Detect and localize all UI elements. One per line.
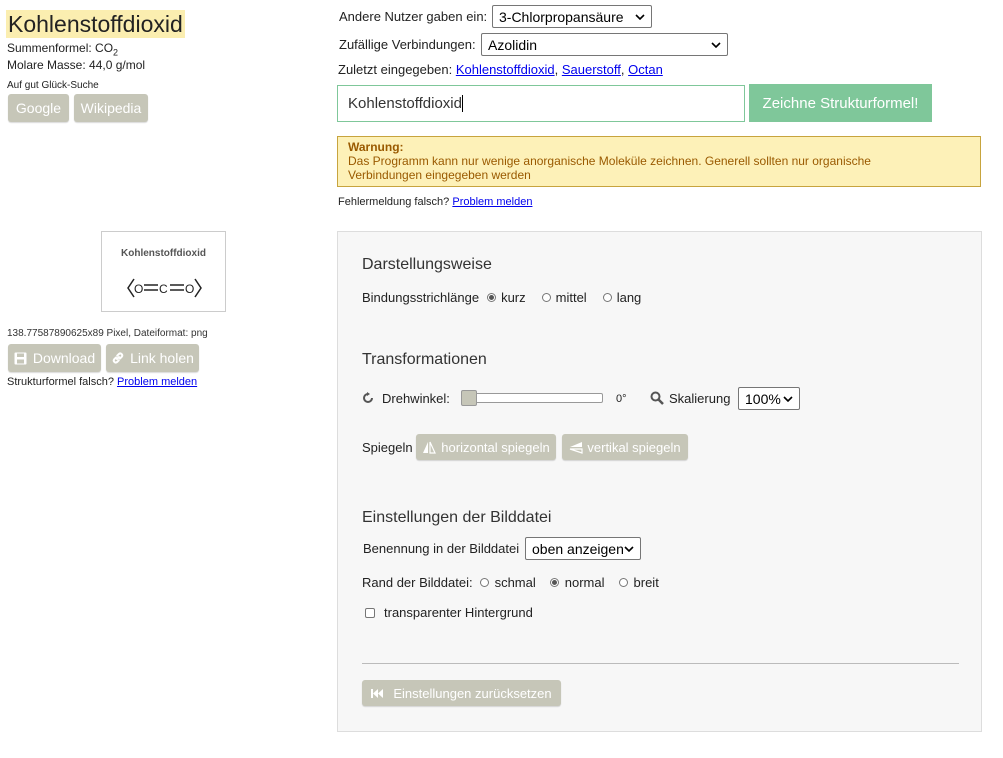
border-radio-wide[interactable] <box>618 578 628 587</box>
transparent-checkbox[interactable] <box>365 607 375 618</box>
structure-preview: Kohlenstoffdioxid O C O <box>101 231 226 312</box>
border-option-narrow: schmal <box>494 575 536 590</box>
chevron-down-icon <box>624 545 634 552</box>
reset-button-label: Einstellungen zurücksetzen <box>393 685 552 701</box>
bond-length-label: Bindungsstrichlänge <box>362 290 480 305</box>
mirror-label: Spiegeln <box>362 440 413 455</box>
warning-box: Warnung: Das Programm kann nur wenige an… <box>337 136 981 187</box>
google-button[interactable]: Google <box>8 94 69 122</box>
settings-panel: Darstellungsweise Bindungsstrichlänge ku… <box>337 231 982 732</box>
naming-select-value: oben anzeigen <box>532 540 624 557</box>
border-option-wide: breit <box>633 575 659 590</box>
molar-mass: Molare Masse: 44,0 g/mol <box>7 58 146 72</box>
download-label: Download <box>32 350 96 366</box>
recent-link-3[interactable]: Octan <box>628 62 663 77</box>
link-icon <box>112 352 124 364</box>
text-cursor <box>461 95 463 112</box>
rotation-value: 0° <box>616 393 627 405</box>
structure-report: Strukturformel falsch? Problem melden <box>7 376 197 388</box>
formula-subscript: 2 <box>113 47 119 58</box>
compound-name: Kohlenstoffdioxid <box>8 11 183 37</box>
divider <box>362 663 959 664</box>
random-select[interactable]: Azolidin <box>481 33 728 56</box>
border-radio-normal[interactable] <box>549 578 559 587</box>
molecule-drawing: O C O <box>127 278 202 298</box>
mirror-horizontal-button[interactable]: horizontal spiegeln <box>416 434 556 460</box>
draw-button-label: Zeichne Strukturformel! <box>762 94 919 112</box>
recent-link-1[interactable]: Kohlenstoffdioxid <box>456 62 555 77</box>
error-report: Fehlermeldung falsch? Problem melden <box>338 196 532 208</box>
preview-title: Kohlenstoffdioxid <box>121 248 206 259</box>
warning-text: Das Programm kann nur wenige anorganisch… <box>348 154 871 182</box>
recent-entries: Zuletzt eingegeben: Kohlenstoffdioxid, S… <box>338 62 663 77</box>
rotation-slider[interactable] <box>461 390 603 406</box>
bond-length-row: Bindungsstrichlänge kurz mittel lang <box>362 290 641 305</box>
border-label: Rand der Bilddatei: <box>362 575 473 590</box>
border-option-normal: normal <box>564 575 605 590</box>
atom-c: C <box>159 282 168 296</box>
formula-label: Summenformel: CO <box>7 41 114 55</box>
mirror-horizontal-label: horizontal spiegeln <box>441 439 550 455</box>
formula: Summenformel: CO2 <box>7 41 118 57</box>
random-label: Zufällige Verbindungen: <box>339 37 476 52</box>
atom-o-right: O <box>185 282 194 296</box>
border-radio-narrow[interactable] <box>479 578 489 587</box>
google-button-label: Google <box>15 100 62 116</box>
recent-label: Zuletzt eingegeben: <box>338 62 453 77</box>
mirror-vertical-icon <box>570 441 583 454</box>
rotation-label: Drehwinkel: <box>382 391 450 406</box>
bond-radio-medium[interactable] <box>541 293 551 302</box>
link-button[interactable]: Link holen <box>106 344 199 372</box>
save-icon <box>14 352 27 364</box>
mirror-vertical-button[interactable]: vertikal spiegeln <box>562 434 688 460</box>
naming-label: Benennung in der Bilddatei <box>363 541 520 556</box>
naming-select[interactable]: oben anzeigen <box>525 537 641 560</box>
chevron-down-icon <box>711 41 721 48</box>
chevron-down-icon <box>783 395 793 402</box>
others-select-value: 3-Chlorpropansäure <box>499 8 624 25</box>
mirror-vertical-label: vertikal spiegeln <box>587 439 681 455</box>
link-label: Link holen <box>130 350 194 366</box>
image-info: 138.77587890625x89 Pixel, Dateiformat: p… <box>7 328 208 339</box>
bond-radio-long[interactable] <box>602 293 612 302</box>
atom-o-left: O <box>134 282 143 296</box>
structure-report-link[interactable]: Problem melden <box>117 376 197 388</box>
compound-input[interactable]: Kohlenstoffdioxid <box>337 85 745 122</box>
transform-section-title: Transformationen <box>362 351 487 368</box>
image-section-title: Einstellungen der Bilddatei <box>362 509 552 526</box>
rotation-slider-handle[interactable] <box>461 390 477 406</box>
reset-button[interactable]: Einstellungen zurücksetzen <box>362 680 561 706</box>
draw-button[interactable]: Zeichne Strukturformel! <box>749 84 932 122</box>
scale-select-value: 100% <box>745 390 781 407</box>
structure-report-label: Strukturformel falsch? <box>7 376 114 388</box>
bond-radio-short[interactable] <box>487 293 497 302</box>
error-report-label: Fehlermeldung falsch? <box>338 196 450 208</box>
scale-select[interactable]: 100% <box>738 387 800 410</box>
rotate-icon <box>363 392 373 403</box>
wikipedia-button[interactable]: Wikipedia <box>74 94 148 122</box>
scale-label: Skalierung <box>669 391 731 406</box>
chevron-down-icon <box>635 13 645 20</box>
transparent-label: transparenter Hintergrund <box>384 605 533 620</box>
random-select-value: Azolidin <box>488 36 538 53</box>
bond-option-medium: mittel <box>555 290 587 305</box>
mirror-horizontal-icon <box>423 441 437 454</box>
wikipedia-button-label: Wikipedia <box>80 100 142 116</box>
recent-link-2[interactable]: Sauerstoff <box>562 62 621 77</box>
compound-input-value: Kohlenstoffdioxid <box>348 95 462 112</box>
compound-title: Kohlenstoffdioxid <box>6 10 185 38</box>
luck-search-label: Auf gut Glück-Suche <box>7 80 99 91</box>
border-row: Rand der Bilddatei: schmal normal breit <box>362 575 659 590</box>
transparent-row: transparenter Hintergrund <box>365 605 533 620</box>
rewind-icon <box>371 688 384 698</box>
magnifier-icon <box>650 391 664 405</box>
warning-title: Warnung: <box>348 140 404 154</box>
bond-option-short: kurz <box>501 290 526 305</box>
others-select[interactable]: 3-Chlorpropansäure <box>492 5 652 28</box>
others-label: Andere Nutzer gaben ein: <box>339 9 488 24</box>
error-report-link[interactable]: Problem melden <box>452 196 532 208</box>
bond-option-long: lang <box>616 290 642 305</box>
display-section-title: Darstellungsweise <box>362 256 492 273</box>
download-button[interactable]: Download <box>8 344 101 372</box>
